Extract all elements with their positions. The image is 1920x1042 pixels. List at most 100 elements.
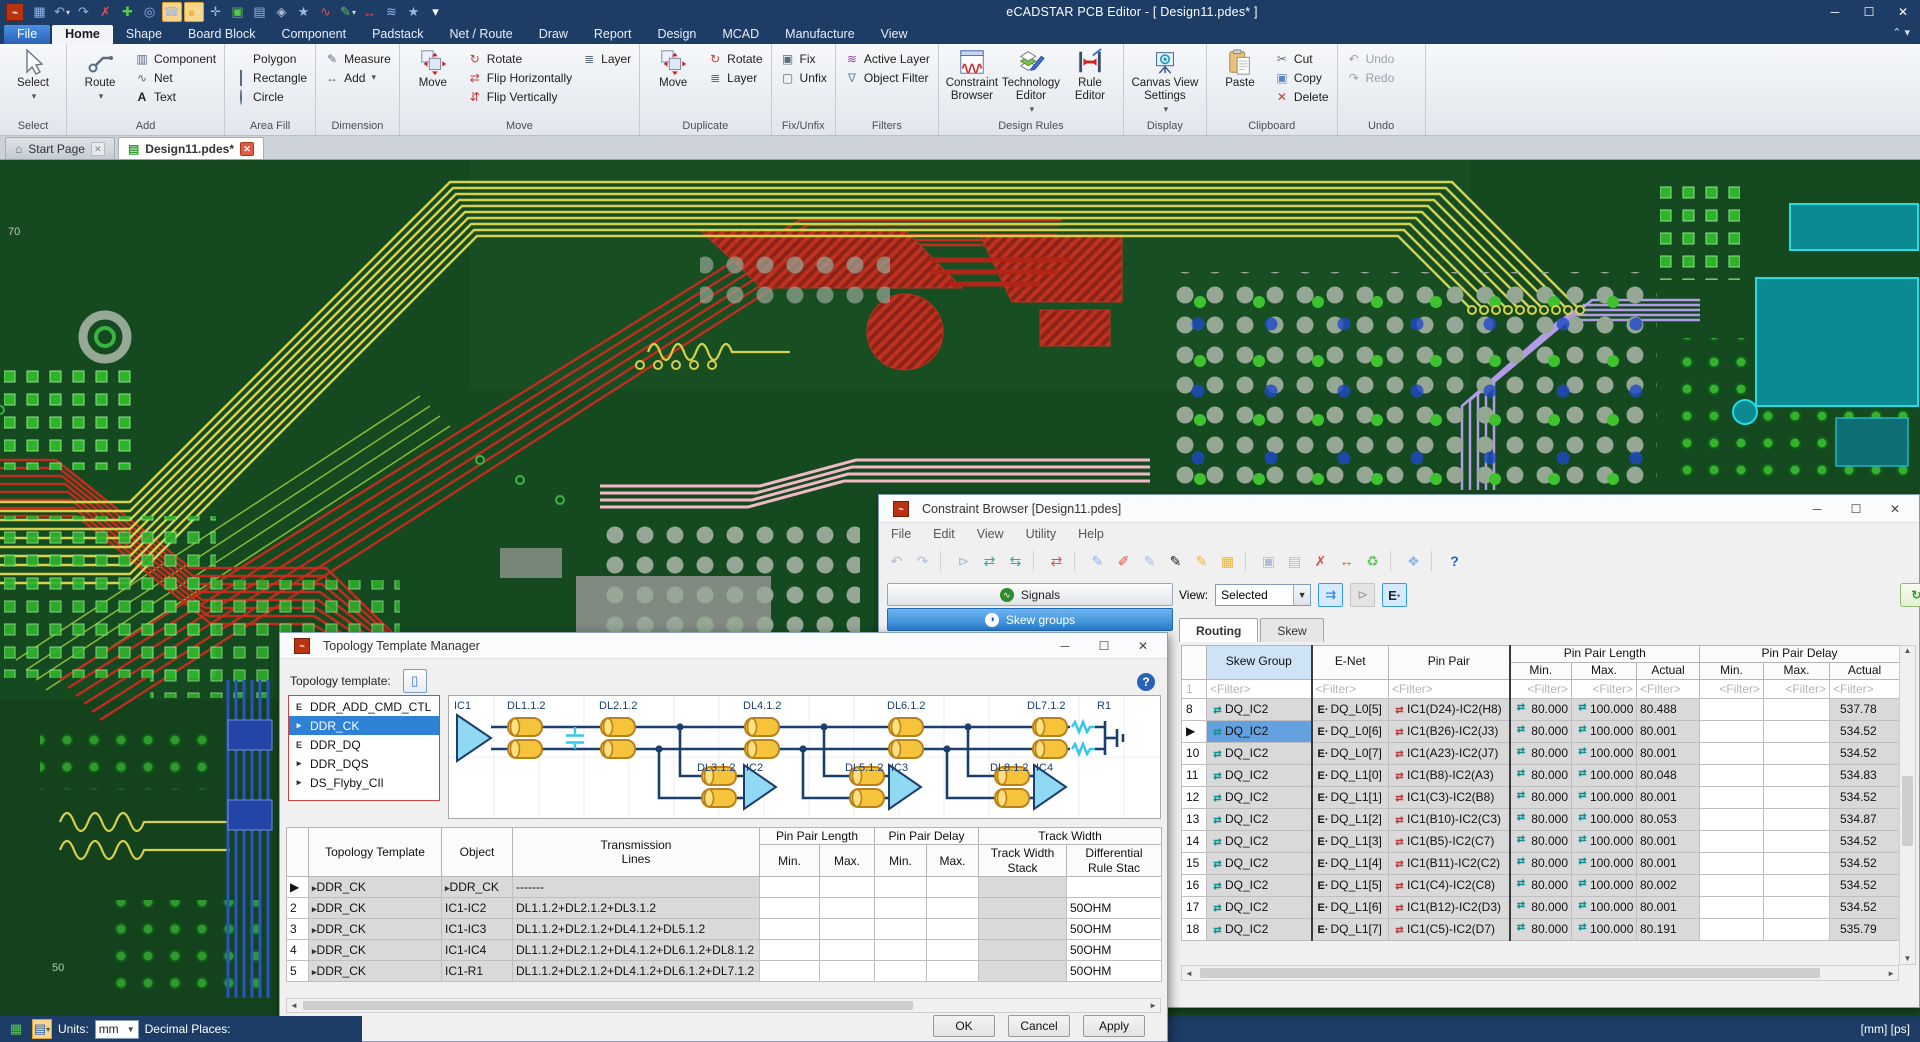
cb-edit-segment-icon[interactable]: ✎: [1138, 550, 1161, 573]
ppd-max-cell[interactable]: [1764, 764, 1830, 786]
topology-diagram[interactable]: IC1 DL1.1.2 DL2.1.2 DL4.1.2 DL6.1.2 DL7.…: [448, 695, 1161, 819]
ppd-min-cell[interactable]: [1700, 808, 1764, 830]
ppl-max-cell[interactable]: 100.000: [1572, 698, 1637, 720]
ppd-max-cell[interactable]: [927, 898, 979, 919]
tab-design11[interactable]: ▤ Design11.pdes* ✕: [118, 137, 264, 159]
cb-menu-edit[interactable]: Edit: [933, 527, 955, 541]
col-track-width[interactable]: Track Width: [979, 828, 1162, 845]
ppd-max-cell[interactable]: [927, 961, 979, 982]
ppd-max-cell[interactable]: [1764, 742, 1830, 764]
col-ppd-max[interactable]: Max.: [927, 845, 979, 877]
qat-zoom-fit-icon[interactable]: ✚: [118, 2, 138, 22]
cb-close-button[interactable]: ✕: [1879, 502, 1911, 516]
ppl-max-cell[interactable]: [820, 940, 875, 961]
template-list-item[interactable]: EDDR_DQ: [289, 735, 439, 754]
scroll-thumb[interactable]: [303, 1001, 913, 1010]
ppd-max-cell[interactable]: [1764, 720, 1830, 742]
view-routing-toggle[interactable]: ⇉: [1318, 583, 1343, 607]
scroll-thumb[interactable]: [1902, 776, 1913, 846]
measure-button[interactable]: ✎Measure: [321, 49, 394, 68]
ppl-min-cell[interactable]: [760, 961, 820, 982]
duplicate-layer-button[interactable]: ≣Layer: [704, 68, 765, 87]
transmission-lines-cell[interactable]: -------: [513, 877, 760, 898]
tab-home[interactable]: Home: [52, 25, 113, 44]
skew-group-cell[interactable]: DQ_IC2: [1207, 764, 1312, 786]
ppl-actual-cell[interactable]: 80.001: [1637, 830, 1700, 852]
col-skew-group[interactable]: Skew Group: [1207, 646, 1312, 680]
ppl-min-cell[interactable]: 80.000: [1510, 874, 1572, 896]
qat-save-icon[interactable]: ▦: [30, 2, 50, 22]
ppl-max-cell[interactable]: 100.000: [1572, 764, 1637, 786]
duplicate-move-button[interactable]: Move: [645, 46, 701, 120]
qat-zoom-icon[interactable]: ◎: [140, 2, 160, 22]
minimize-button[interactable]: ─: [1818, 0, 1852, 24]
flip-vertically-button[interactable]: ⇵Flip Vertically: [464, 87, 575, 106]
qat-layers-icon[interactable]: ≋: [382, 2, 402, 22]
status-grid-icon[interactable]: ▦: [6, 1019, 26, 1039]
unfix-button[interactable]: ▢Unfix: [777, 68, 830, 87]
col-ppl-min[interactable]: Min.: [1510, 662, 1572, 679]
rectangle-button[interactable]: Rectangle: [230, 68, 310, 87]
col-enet[interactable]: E-Net: [1312, 646, 1389, 680]
canvas-view-settings-button[interactable]: Canvas View Settings: [1129, 46, 1201, 120]
ppl-min-cell[interactable]: 80.000: [1510, 742, 1572, 764]
tab-draw[interactable]: Draw: [526, 25, 581, 44]
view-cursor-toggle[interactable]: ⊳: [1350, 583, 1375, 607]
dialog-minimize-button[interactable]: ─: [1049, 639, 1081, 653]
transmission-lines-cell[interactable]: DL1.1.2+DL2.1.2+DL4.1.2+DL6.1.2+DL8.1.2: [513, 940, 760, 961]
ppl-min-cell[interactable]: [760, 877, 820, 898]
ppl-actual-cell[interactable]: 80.001: [1637, 720, 1700, 742]
dialog-title-bar[interactable]: ⌁ Topology Template Manager ─ ☐ ✕: [280, 633, 1167, 659]
tab-shape[interactable]: Shape: [113, 25, 175, 44]
horizontal-scrollbar[interactable]: ◄►: [286, 998, 1161, 1013]
col-transmission-lines[interactable]: Transmission Lines: [513, 828, 760, 877]
pin-pair-cell[interactable]: IC1(B10)-IC2(C3): [1389, 808, 1510, 830]
cb-edit-route-icon[interactable]: ✎: [1086, 550, 1109, 573]
active-layer-button[interactable]: ≋Active Layer: [841, 49, 933, 68]
ppd-max-cell[interactable]: [1764, 698, 1830, 720]
pin-pair-cell[interactable]: IC1(B12)-IC2(D3): [1389, 896, 1510, 918]
transmission-lines-cell[interactable]: DL1.1.2+DL2.1.2+DL4.1.2+DL5.1.2: [513, 919, 760, 940]
cb-menu-file[interactable]: File: [891, 527, 911, 541]
skew-group-cell[interactable]: DQ_IC2: [1207, 786, 1312, 808]
copy-button[interactable]: ▣Copy: [1271, 68, 1332, 87]
object-cell[interactable]: IC1-IC3: [442, 919, 513, 940]
table-row[interactable]: 8 DQ_IC2 DQ_L0[5] IC1(D24)-IC2(H8) 80.00…: [1182, 698, 1900, 720]
ppl-min-cell[interactable]: 80.000: [1510, 698, 1572, 720]
cb-menu-help[interactable]: Help: [1078, 527, 1104, 541]
cb-paste-constraints-icon[interactable]: ▤: [1283, 550, 1306, 573]
ppd-max-cell[interactable]: [1764, 874, 1830, 896]
select-button[interactable]: Select: [5, 46, 61, 120]
rule-editor-button[interactable]: Rule Editor: [1062, 46, 1118, 120]
enet-cell[interactable]: DQ_L1[4]: [1312, 852, 1389, 874]
ppd-min-cell[interactable]: [875, 877, 927, 898]
filter-ppd-min[interactable]: <Filter>: [1700, 679, 1764, 698]
update-values-button[interactable]: ↻Update values: [1900, 583, 1920, 607]
view-select[interactable]: Selected▼: [1215, 584, 1311, 606]
object-cell[interactable]: IC1-IC4: [442, 940, 513, 961]
tab-file[interactable]: File: [4, 25, 50, 44]
ppl-actual-cell[interactable]: 80.048: [1637, 764, 1700, 786]
ppd-min-cell[interactable]: [1700, 786, 1764, 808]
close-start-page-icon[interactable]: ✕: [91, 142, 105, 156]
ppl-max-cell[interactable]: [820, 877, 875, 898]
skew-group-cell[interactable]: DQ_IC2: [1207, 808, 1312, 830]
qat-probe-icon[interactable]: ☎: [162, 2, 182, 22]
cancel-button[interactable]: Cancel: [1008, 1015, 1070, 1037]
cb-help-icon[interactable]: ?: [1443, 550, 1466, 573]
add-component-button[interactable]: ▥Component: [131, 49, 219, 68]
move-button[interactable]: Move: [405, 46, 461, 120]
enet-cell[interactable]: DQ_L1[6]: [1312, 896, 1389, 918]
ppd-max-cell[interactable]: [1764, 830, 1830, 852]
enet-cell[interactable]: DQ_L1[3]: [1312, 830, 1389, 852]
ppl-max-cell[interactable]: [820, 919, 875, 940]
ppd-max-cell[interactable]: [1764, 852, 1830, 874]
ppd-max-cell[interactable]: [1764, 918, 1830, 940]
ppd-min-cell[interactable]: [1700, 852, 1764, 874]
qat-measure-icon[interactable]: ↔: [360, 2, 380, 22]
paste-button[interactable]: Paste: [1212, 46, 1268, 120]
tab-routing[interactable]: Routing: [1179, 618, 1258, 642]
pin-pair-cell[interactable]: IC1(C5)-IC2(D7): [1389, 918, 1510, 940]
tab-component[interactable]: Component: [268, 25, 359, 44]
ppd-actual-cell[interactable]: 537.78: [1830, 698, 1900, 720]
